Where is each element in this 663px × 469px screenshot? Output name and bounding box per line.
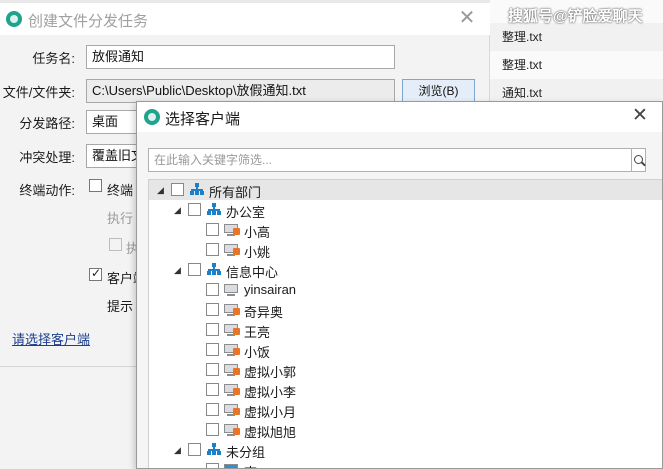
tree-checkbox[interactable] xyxy=(206,403,219,416)
task-dialog-titlebar: 创建文件分发任务 ✕ xyxy=(0,3,490,35)
bg-file-name: 通知.txt xyxy=(502,86,543,100)
tree-checkbox[interactable] xyxy=(206,423,219,436)
org-tree-icon xyxy=(190,183,204,196)
collapse-arrow-icon[interactable]: ◢ xyxy=(174,444,181,456)
file-path-label: 文件/文件夹: xyxy=(2,85,75,100)
watermark-text: 搜狐号@铲脸爱聊天 xyxy=(508,8,643,25)
collapse-arrow-icon[interactable]: ◢ xyxy=(174,264,181,276)
tree-client-row[interactable]: yinsairan xyxy=(149,280,662,300)
bg-file-row[interactable]: 整理.txt xyxy=(488,23,663,51)
client-pc-icon xyxy=(224,383,240,396)
tree-client-row[interactable]: 小姚 xyxy=(149,240,662,260)
bg-file-name: 整理.txt xyxy=(502,58,543,72)
client-pc-icon xyxy=(224,343,240,356)
client-dialog-title: 选择客户端 xyxy=(165,111,241,128)
org-tree-icon xyxy=(207,443,221,456)
exec-checkbox[interactable] xyxy=(109,238,122,251)
client-tree: ◢ 所有部门 ◢ 办公室 小高 小姚 ◢ 信息中心 yinsairan 奇异奥 … xyxy=(148,179,662,468)
tree-checkbox[interactable] xyxy=(206,303,219,316)
select-client-dialog: 选择客户端 ✕ ◢ 所有部门 ◢ 办公室 小高 小姚 xyxy=(136,101,663,469)
tree-client-row[interactable]: 虚拟小李 xyxy=(149,380,662,400)
hint-text: 提示 xyxy=(107,299,134,314)
tree-checkbox[interactable] xyxy=(206,463,219,468)
divider xyxy=(0,366,136,367)
tree-node-label: 小姚 xyxy=(244,245,271,260)
tree-group-row[interactable]: ◢ 办公室 xyxy=(149,200,662,220)
client-pc-icon xyxy=(224,423,240,436)
tree-group-row[interactable]: ◢ 信息中心 xyxy=(149,260,662,280)
tree-checkbox[interactable] xyxy=(188,443,201,456)
task-dialog-title: 创建文件分发任务 xyxy=(28,13,149,30)
collapse-arrow-icon[interactable]: ◢ xyxy=(174,204,181,216)
app-logo-icon xyxy=(144,109,160,125)
tree-node-label: 虚拟旭旭 xyxy=(244,425,297,440)
org-tree-icon xyxy=(207,203,221,216)
tree-node-label: 虚拟小月 xyxy=(244,405,297,420)
task-name-label: 任务名: xyxy=(32,51,75,66)
tree-node-label: 王亮 xyxy=(244,325,271,340)
client-pc-icon xyxy=(224,323,240,336)
client-checkbox[interactable]: ✓ xyxy=(89,266,102,281)
client-pc-icon xyxy=(224,283,240,296)
client-pc-icon xyxy=(224,303,240,316)
search-icon[interactable] xyxy=(632,148,646,172)
client-search-box xyxy=(148,148,632,172)
terminal-action-checkbox[interactable] xyxy=(89,179,102,192)
tree-node-label: 虚拟小李 xyxy=(244,385,297,400)
tree-root-row[interactable]: ◢ 所有部门 xyxy=(149,180,662,200)
bg-file-row[interactable]: 整理.txt xyxy=(488,51,663,79)
tree-checkbox[interactable] xyxy=(188,203,201,216)
tree-checkbox[interactable] xyxy=(206,343,219,356)
tree-node-label: 所有部门 xyxy=(209,185,262,200)
app-logo-icon xyxy=(6,11,22,27)
tree-checkbox[interactable] xyxy=(206,383,219,396)
conflict-label: 冲突处理: xyxy=(19,150,75,165)
tree-checkbox[interactable] xyxy=(171,183,184,196)
tree-client-row[interactable]: 李 xyxy=(149,460,662,468)
client-search-input[interactable] xyxy=(149,149,631,171)
tree-client-row[interactable]: 王亮 xyxy=(149,320,662,340)
tree-checkbox[interactable] xyxy=(188,263,201,276)
client-pc-icon xyxy=(224,223,240,236)
terminal-action-checkbox-label: 终端 xyxy=(107,183,134,198)
task-name-input[interactable]: 放假通知 xyxy=(86,45,395,69)
check-icon: ✓ xyxy=(91,266,102,280)
tree-checkbox[interactable] xyxy=(206,283,219,296)
tree-node-label: 李 xyxy=(244,462,257,468)
tree-client-row[interactable]: 小高 xyxy=(149,220,662,240)
dist-path-label: 分发路径: xyxy=(19,116,75,131)
close-icon[interactable]: ✕ xyxy=(456,7,478,29)
close-icon[interactable]: ✕ xyxy=(629,105,651,127)
tree-checkbox[interactable] xyxy=(206,363,219,376)
client-pc-icon xyxy=(224,403,240,416)
collapse-arrow-icon[interactable]: ◢ xyxy=(157,184,164,196)
tree-client-row[interactable]: 虚拟旭旭 xyxy=(149,420,662,440)
client-pc-icon xyxy=(224,363,240,376)
client-pc-icon xyxy=(224,243,240,256)
exec-text: 执行 xyxy=(107,211,134,226)
tree-node-label: 小高 xyxy=(244,225,271,240)
tree-client-row[interactable]: 小饭 xyxy=(149,340,662,360)
tree-node-label: 办公室 xyxy=(226,205,266,220)
tree-node-label: 奇异奥 xyxy=(244,305,284,320)
tree-client-row[interactable]: 虚拟小月 xyxy=(149,400,662,420)
tree-group-row[interactable]: ◢ 未分组 xyxy=(149,440,662,460)
tree-client-row[interactable]: 奇异奥 xyxy=(149,300,662,320)
tree-client-row[interactable]: 虚拟小郭 xyxy=(149,360,662,380)
bg-file-name: 整理.txt xyxy=(502,30,543,44)
terminal-action-label: 终端动作: xyxy=(19,183,75,198)
tree-node-label: 信息中心 xyxy=(226,265,279,280)
tree-node-label: yinsairan xyxy=(244,282,297,297)
tree-node-label: 虚拟小郭 xyxy=(244,365,297,380)
org-tree-icon xyxy=(207,263,221,276)
tree-checkbox[interactable] xyxy=(206,223,219,236)
file-path-input[interactable]: C:\Users\Public\Desktop\放假通知.txt xyxy=(86,79,395,103)
client-pc-icon xyxy=(224,463,240,468)
tree-node-label: 小饭 xyxy=(244,345,271,360)
tree-node-label: 未分组 xyxy=(226,445,266,460)
tree-checkbox[interactable] xyxy=(206,243,219,256)
client-dialog-titlebar: 选择客户端 ✕ xyxy=(137,102,662,132)
select-clients-link[interactable]: 请选择客户端 xyxy=(12,329,90,348)
tree-checkbox[interactable] xyxy=(206,323,219,336)
